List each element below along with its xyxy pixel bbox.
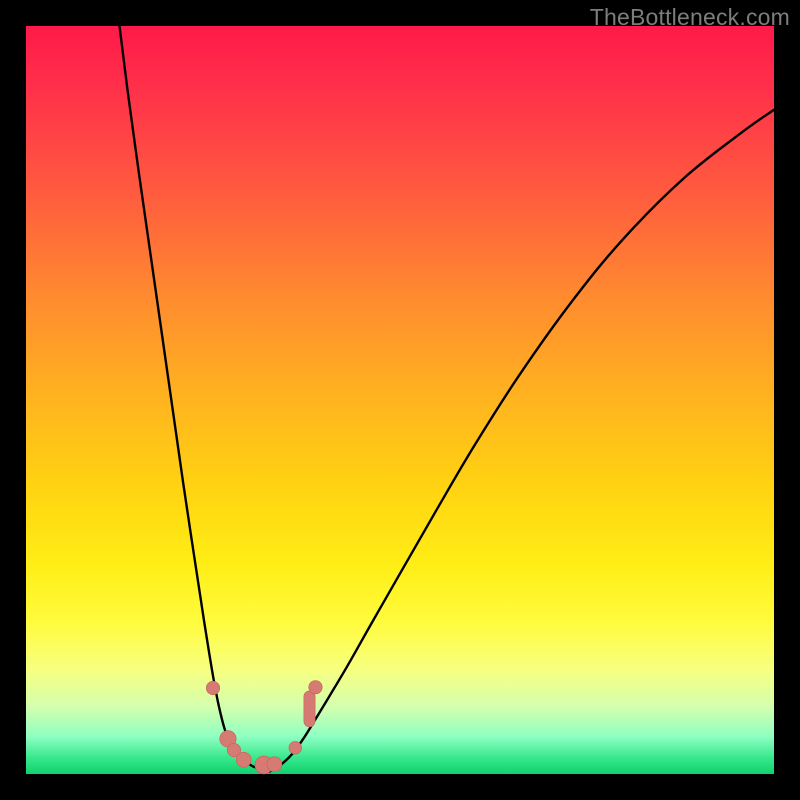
marker-dot bbox=[289, 741, 302, 754]
marker-dot bbox=[236, 752, 251, 767]
curve-right-branch bbox=[269, 110, 774, 772]
marker-dot bbox=[206, 681, 219, 694]
marker-dot bbox=[309, 681, 322, 694]
watermark-text: TheBottleneck.com bbox=[590, 4, 790, 31]
marker-pill bbox=[304, 691, 315, 727]
plot-svg bbox=[26, 26, 774, 774]
marker-dot bbox=[267, 757, 282, 772]
curve-left-branch bbox=[120, 26, 270, 772]
gradient-plot-area bbox=[26, 26, 774, 774]
